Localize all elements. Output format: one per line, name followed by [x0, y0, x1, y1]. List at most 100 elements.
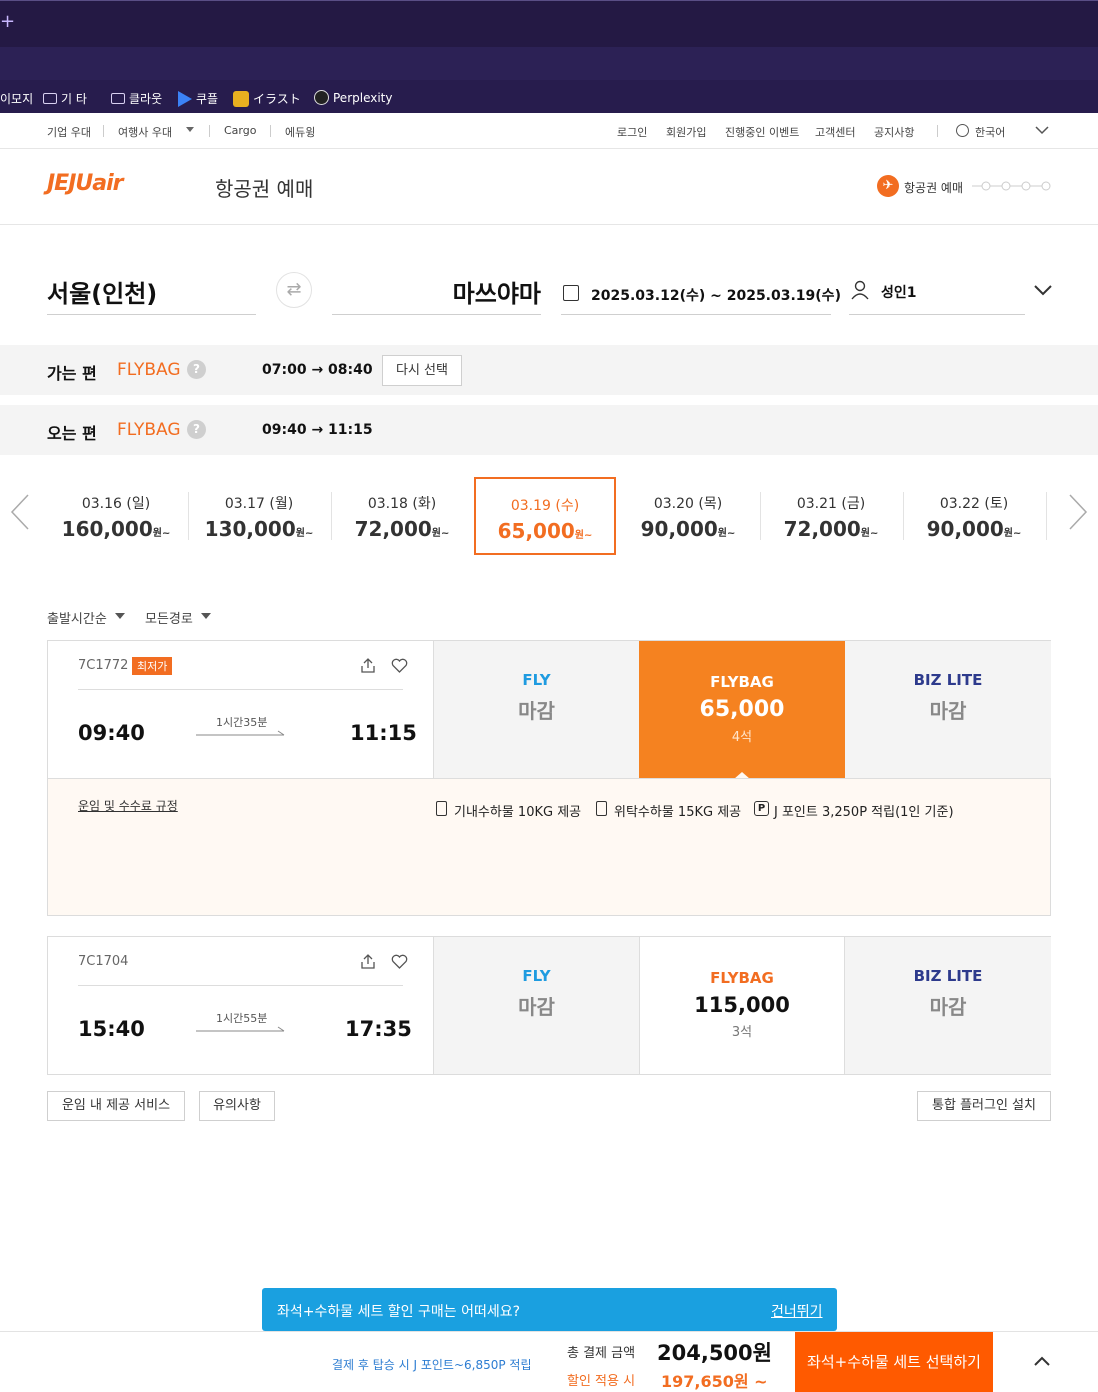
plugin-install-button[interactable]: 통합 플러그인 설치	[917, 1091, 1051, 1121]
points-note: 결제 후 탑승 시 J 포인트~6,850P 적립	[332, 1358, 532, 1372]
util-cargo[interactable]: Cargo	[224, 124, 256, 137]
util-eduwing[interactable]: 에듀윙	[285, 124, 315, 140]
notes-button[interactable]: 유의사항	[199, 1091, 275, 1121]
bookmark-coupang-play[interactable]: 쿠플	[178, 90, 218, 107]
fare-bizlite[interactable]: BIZ LITE 마감	[845, 641, 1051, 778]
jejuair-logo[interactable]: JEJUair	[47, 171, 123, 196]
date-option[interactable]: 03.17 (월) 130,000원~	[188, 477, 330, 555]
divider	[849, 314, 1025, 315]
arrival-time: 11:15	[350, 721, 417, 745]
bookmark-emoji[interactable]: 이모지	[0, 90, 33, 107]
chevron-right-icon[interactable]	[1068, 494, 1088, 530]
chevron-down-icon[interactable]	[1035, 126, 1049, 135]
bookmark-illust[interactable]: イラスト	[233, 90, 301, 107]
price-unit: 원~	[295, 528, 314, 539]
fare-fly[interactable]: FLY 마감	[433, 937, 639, 1074]
util-notice[interactable]: 공지사항	[874, 124, 914, 140]
date-price: 90,000	[926, 517, 1004, 541]
reselect-button[interactable]: 다시 선택	[382, 355, 462, 386]
fare-rules-link[interactable]: 운임 및 수수료 규정	[78, 797, 178, 814]
arrow-icon	[196, 1026, 285, 1032]
divider	[78, 689, 403, 690]
help-icon[interactable]: ?	[187, 420, 206, 439]
date-option[interactable]: 03.22 (토) 90,000원~	[903, 477, 1045, 555]
util-events[interactable]: 진행중인 이벤트	[725, 124, 799, 140]
util-login[interactable]: 로그인	[617, 124, 647, 140]
fare-name: FLY	[522, 967, 551, 985]
arrival-time: 17:35	[345, 1017, 412, 1041]
date-option-selected[interactable]: 03.19 (수) 65,000원~	[474, 477, 616, 555]
folder-icon	[111, 93, 125, 104]
divider	[937, 125, 938, 137]
total-label: 총 결제 금액	[567, 1346, 636, 1361]
fare-name: BIZ LITE	[913, 671, 983, 689]
divider	[561, 314, 831, 315]
util-customer-center[interactable]: 고객센터	[815, 124, 855, 140]
bookmark-etc[interactable]: 기 타	[43, 90, 87, 107]
select-bundle-button[interactable]: 좌석+수하물 세트 선택하기	[795, 1332, 993, 1392]
price-unit: 원~	[860, 528, 879, 539]
date-option[interactable]: 03.20 (목) 90,000원~	[617, 477, 759, 555]
checked-bag-info: 위탁수하물 15KG 제공	[614, 805, 742, 820]
bookmark-label: 기 타	[61, 92, 87, 106]
fare-services-button[interactable]: 운임 내 제공 서비스	[47, 1091, 185, 1121]
util-corporate[interactable]: 기업 우대	[47, 124, 91, 140]
bookmarks-bar: 이모지 기 타 클라웃 쿠플 イラスト Perplexity	[0, 80, 1098, 113]
new-tab-button[interactable]: +	[0, 11, 15, 32]
divider	[0, 224, 1098, 225]
date-price: 72,000	[783, 517, 861, 541]
origin-field[interactable]: 서울(인천)	[47, 274, 157, 309]
fare-fly[interactable]: FLY 마감	[433, 641, 639, 778]
swap-icon[interactable]: ⇄	[276, 272, 312, 308]
fare-bizlite[interactable]: BIZ LITE 마감	[845, 937, 1051, 1074]
util-signup[interactable]: 회원가입	[666, 124, 706, 140]
date-option[interactable]: 03.18 (화) 72,000원~	[331, 477, 473, 555]
fare-status: 마감	[518, 699, 555, 723]
bookmark-claude[interactable]: 클라웃	[111, 90, 162, 107]
fare-flybag[interactable]: FLYBAG 115,000 3석	[639, 937, 845, 1074]
outbound-summary: 가는 편 FLYBAG ? 07:00 → 08:40 다시 선택	[0, 345, 1098, 395]
chevron-left-icon[interactable]	[10, 494, 30, 530]
sort-order-select[interactable]: 출발시간순	[47, 608, 107, 627]
date-range-field[interactable]: 2025.03.12(수) ~ 2025.03.19(수)	[591, 285, 841, 305]
perplexity-icon	[314, 90, 329, 105]
fare-name: FLYBAG	[710, 673, 774, 691]
heart-icon[interactable]	[391, 954, 408, 969]
chevron-down-icon[interactable]	[1034, 285, 1052, 296]
departure-time: 15:40	[78, 1017, 145, 1041]
inbound-label: 오는 편	[47, 424, 97, 443]
skip-button[interactable]: 건너뛰기	[771, 1301, 823, 1321]
caret-down-icon[interactable]	[115, 613, 125, 619]
bookmark-label: イラスト	[253, 92, 301, 106]
date-option[interactable]: 03.21 (금) 72,000원~	[760, 477, 902, 555]
bookmark-perplexity[interactable]: Perplexity	[314, 90, 393, 105]
heart-icon[interactable]	[391, 658, 408, 673]
lowest-badge: 최저가	[132, 657, 173, 675]
chevron-up-icon[interactable]	[1034, 1356, 1050, 1366]
caret-down-icon[interactable]	[186, 127, 194, 132]
help-icon[interactable]: ?	[187, 360, 206, 379]
discount-amount: 197,650원 ~	[661, 1372, 768, 1391]
date-option[interactable]: 03.16 (일) 160,000원~	[45, 477, 187, 555]
passenger-field[interactable]: 성인1	[881, 282, 917, 302]
arrow-icon	[196, 730, 285, 736]
airplane-icon: ✈	[877, 175, 899, 197]
price-unit: 원~	[574, 530, 593, 541]
share-icon[interactable]	[360, 657, 376, 674]
total-amount: 204,500원	[657, 1341, 772, 1365]
util-travel-agency[interactable]: 여행사 우대	[118, 124, 172, 140]
outbound-time: 07:00 → 08:40	[262, 362, 373, 378]
destination-field[interactable]: 마쓰야마	[332, 274, 541, 309]
address-bar[interactable]	[0, 47, 1098, 80]
caret-down-icon[interactable]	[201, 613, 211, 619]
points-icon: P	[754, 801, 769, 816]
discount-label: 할인 적용 시	[567, 1374, 636, 1389]
fare-flybag-selected[interactable]: FLYBAG 65,000 4석	[639, 641, 845, 779]
promo-toast: 좌석+수하물 세트 할인 구매는 어떠세요? 건너뛰기	[262, 1288, 837, 1331]
cabin-bag-info: 기내수하물 10KG 제공	[454, 805, 582, 820]
checked-bag-icon	[596, 801, 607, 816]
route-filter-select[interactable]: 모든경로	[145, 608, 193, 627]
language-select[interactable]: 한국어	[975, 124, 1005, 140]
date-label: 03.21 (금)	[796, 496, 866, 512]
share-icon[interactable]	[360, 953, 376, 970]
